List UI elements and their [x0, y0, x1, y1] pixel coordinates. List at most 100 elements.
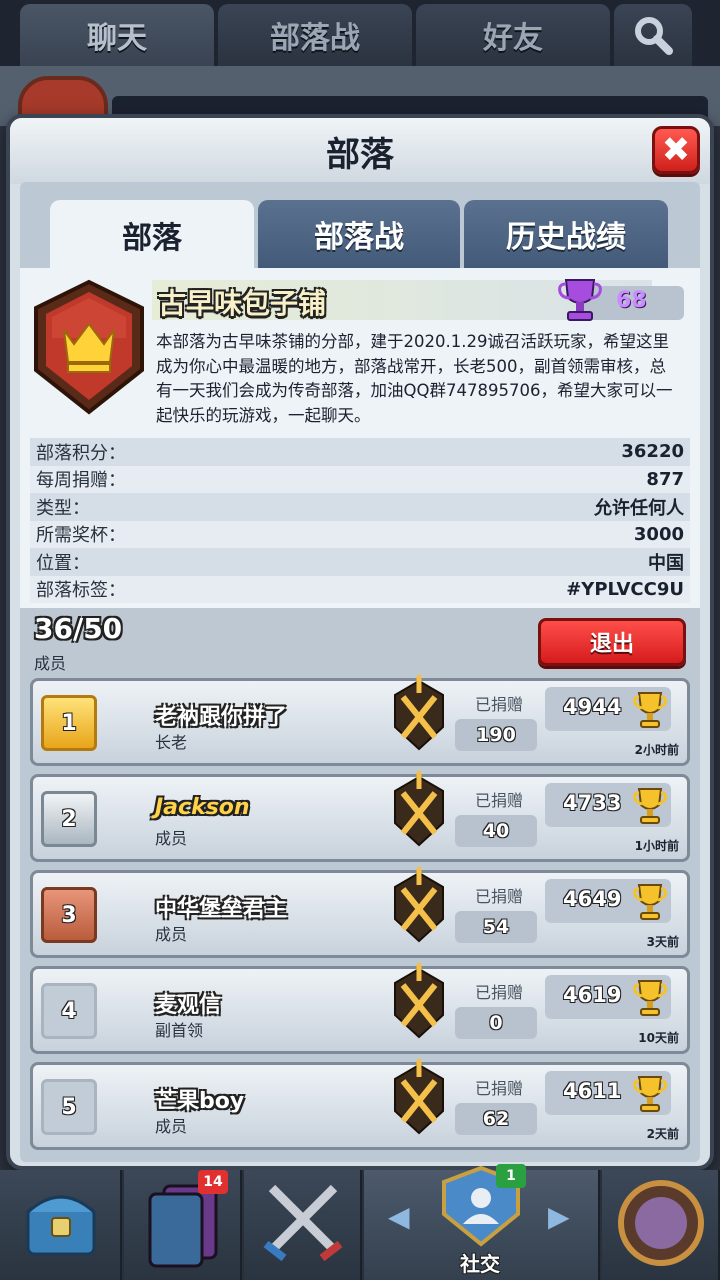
stat-label: 所需奖杯：: [36, 525, 126, 547]
stat-location: 位置： 中国: [30, 548, 690, 576]
arena-swords-icon: [394, 771, 444, 847]
clan-info-modal: 部落 ✖ 部落 部落战 历史战绩 古早味包子铺 68 本部落为古早味茶铺的分部，…: [6, 114, 714, 1170]
rank-badge: 4: [41, 983, 97, 1039]
trophy-icon: [633, 788, 667, 824]
tab-clan-war[interactable]: 部落战: [218, 4, 412, 66]
donated-label: 已捐赠: [475, 791, 524, 810]
trophy-count: 4611: [563, 1079, 622, 1103]
tab-clan-war-sub[interactable]: 部落战: [258, 200, 460, 268]
member-name: 麦观信: [155, 993, 222, 1018]
trophy-icon: [633, 980, 667, 1016]
stat-type: 类型： 允许任何人: [30, 493, 690, 521]
member-name: 老衲跟你拼了: [155, 705, 288, 730]
member-role: 长老: [155, 733, 188, 752]
cards-badge: 14: [198, 1170, 228, 1194]
member-name: Jackson: [155, 795, 250, 820]
trophy-icon: [633, 1076, 667, 1112]
member-row[interactable]: 4 麦观信 副首领 已捐赠 0 4619 10天前: [30, 963, 690, 1054]
donated-label: 已捐赠: [475, 887, 524, 906]
leave-clan-button[interactable]: 退出: [538, 618, 686, 666]
trophy-count: 4733: [563, 791, 622, 815]
search-button[interactable]: [614, 4, 692, 66]
stat-value: 中国: [648, 552, 684, 574]
bottom-nav: 14 ◀ 1 ▶ 社交: [0, 1164, 720, 1280]
rank-badge: 5: [41, 1079, 97, 1135]
member-role: 副首领: [155, 1021, 204, 1040]
donated-count: 40: [455, 815, 537, 847]
donated-label: 已捐赠: [475, 1079, 524, 1098]
nav-shop[interactable]: [0, 1170, 122, 1280]
trophy-count: 4649: [563, 887, 622, 911]
nav-social-label: 社交: [460, 1252, 500, 1276]
trophy-icon: [633, 884, 667, 920]
purple-trophy-icon: [558, 279, 602, 321]
arena-swords-icon: [394, 963, 444, 1039]
clan-stats: 部落积分： 36220 每周捐赠： 877 类型： 允许任何人 所需奖杯： 30…: [30, 438, 690, 603]
rank-badge: 1: [41, 695, 97, 751]
nav-events[interactable]: [602, 1170, 720, 1280]
arena-swords-icon: [394, 675, 444, 751]
stat-label: 位置：: [36, 552, 90, 574]
clan-score: 68: [616, 288, 647, 313]
arena-swords-icon: [394, 1059, 444, 1135]
close-button[interactable]: ✖: [652, 126, 700, 174]
last-seen: 2小时前: [634, 743, 679, 757]
tab-war-history[interactable]: 历史战绩: [464, 200, 668, 268]
nav-battle[interactable]: [244, 1170, 362, 1280]
social-badge: 1: [496, 1164, 526, 1188]
close-icon: ✖: [661, 130, 691, 170]
member-row[interactable]: 5 芒果boy 成员 已捐赠 62 4611 2天前: [30, 1059, 690, 1150]
rank-badge: 2: [41, 791, 97, 847]
last-seen: 1小时前: [634, 839, 679, 853]
member-row[interactable]: 1 老衲跟你拼了 长老 已捐赠 190 4944 2小时前: [30, 675, 690, 766]
clan-badge-icon: [34, 279, 144, 415]
arena-swords-icon: [394, 867, 444, 943]
tab-friends[interactable]: 好友: [416, 4, 610, 66]
trophy-count: 4944: [563, 695, 622, 719]
donated-label: 已捐赠: [475, 983, 524, 1002]
members-label: 成员: [34, 654, 67, 673]
stat-value: 3000: [633, 523, 684, 545]
member-list: 1 老衲跟你拼了 长老 已捐赠 190 4944 2小时前 2 Jackson …: [30, 675, 690, 1158]
modal-body: 部落 部落战 历史战绩 古早味包子铺 68 本部落为古早味茶铺的分部，建于202…: [20, 182, 700, 1162]
donated-count: 62: [455, 1103, 537, 1135]
crossed-swords-icon: [263, 1184, 343, 1262]
events-icon: [618, 1180, 704, 1266]
donated-count: 0: [455, 1007, 537, 1039]
trophy-icon: [633, 692, 667, 728]
clan-description: 本部落为古早味茶铺的分部，建于2020.1.29诚召活跃玩家，希望这里成为你心中…: [156, 332, 673, 425]
arrow-left-icon[interactable]: ◀: [388, 1200, 410, 1233]
stat-value: #YPLVCC9U: [566, 578, 684, 600]
stat-value: 877: [646, 468, 684, 490]
stat-required-trophies: 所需奖杯： 3000: [30, 520, 690, 548]
treasure-chest-icon: [26, 1195, 96, 1256]
stat-label: 部落标签：: [36, 580, 126, 602]
tab-clan[interactable]: 部落: [50, 200, 254, 270]
stat-value: 36220: [621, 441, 684, 463]
member-row[interactable]: 2 Jackson 成员 已捐赠 40 4733 1小时前: [30, 771, 690, 862]
donated-count: 190: [455, 719, 537, 751]
rank-badge: 3: [41, 887, 97, 943]
nav-cards[interactable]: 14: [124, 1170, 242, 1280]
donated-count: 54: [455, 911, 537, 943]
member-role: 成员: [155, 925, 188, 944]
stat-label: 类型：: [36, 497, 90, 519]
tab-chat[interactable]: 聊天: [20, 4, 214, 66]
member-name: 芒果boy: [155, 1089, 245, 1114]
top-tab-bar: 聊天 部落战 好友: [0, 0, 720, 66]
stat-label: 部落积分：: [36, 442, 126, 464]
member-role: 成员: [155, 1117, 188, 1136]
stat-clan-points: 部落积分： 36220: [30, 438, 690, 466]
modal-title: 部落: [326, 134, 394, 175]
last-seen: 3天前: [646, 935, 679, 949]
clan-info-panel: 古早味包子铺 68 本部落为古早味茶铺的分部，建于2020.1.29诚召活跃玩家…: [20, 268, 700, 608]
stat-clan-tag: 部落标签： #YPLVCC9U: [30, 575, 690, 603]
arrow-right-icon[interactable]: ▶: [548, 1200, 570, 1233]
stat-value: 允许任何人: [594, 497, 684, 519]
stat-label: 每周捐赠：: [36, 470, 126, 492]
search-icon: [635, 17, 673, 55]
clan-name: 古早味包子铺: [158, 287, 327, 320]
member-row[interactable]: 3 中华堡垒君主 成员 已捐赠 54 4649 3天前: [30, 867, 690, 958]
modal-header: 部落 ✖: [10, 118, 710, 184]
members-count: 36/50: [34, 612, 123, 645]
